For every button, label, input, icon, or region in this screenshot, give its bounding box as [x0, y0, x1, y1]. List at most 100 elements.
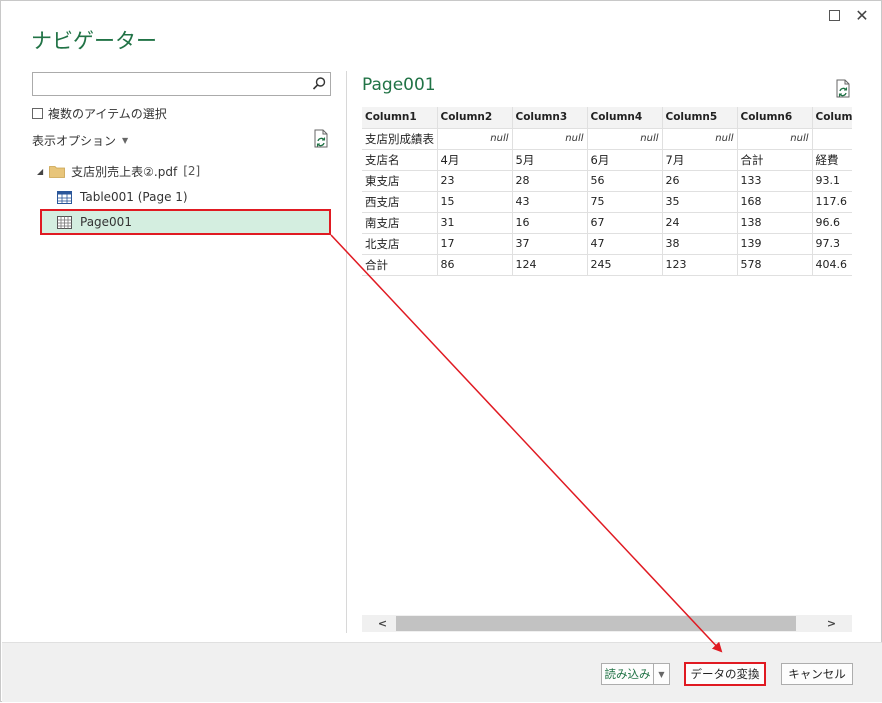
table-icon [57, 190, 72, 204]
table-cell: 38 [662, 233, 738, 255]
caret-down-icon: ▼ [122, 135, 129, 145]
preview-title: Page001 [362, 75, 436, 95]
scrollbar-thumb[interactable] [396, 616, 796, 631]
table-cell: 86 [437, 254, 513, 276]
table-cell: 26 [662, 170, 738, 192]
maximize-icon [828, 9, 840, 21]
navigator-window: ✕ ナビゲーター 複数のアイテムの選択 表示オプション ▼ ◢ 支店別売上表②.… [0, 0, 882, 702]
arrow-line [330, 234, 723, 653]
table-cell: 5月 [512, 149, 588, 171]
table-cell: 23 [437, 170, 513, 192]
table-cell: null [662, 128, 738, 150]
maximize-button[interactable] [823, 5, 845, 25]
window-title: ナビゲーター [31, 29, 157, 53]
preview-table: Column1 Column2 Column3 Column4 Column5 Colum… [362, 107, 852, 276]
preview-table-container: Column1 Column2 Column3 Column4 Column5 Colum… [362, 107, 852, 277]
table-cell: 7月 [662, 149, 738, 171]
search-input[interactable] [33, 73, 303, 95]
column-header[interactable]: Column6 [737, 107, 813, 129]
table-row: 西支店 15 43 75 35 168 117.6 [362, 191, 852, 213]
horizontal-scrollbar[interactable]: < > [362, 615, 852, 632]
display-options-label: 表示オプション [32, 133, 117, 148]
cancel-button[interactable]: キャンセル [781, 663, 853, 685]
table-row: 支店名 4月 5月 6月 7月 合計 経費 [362, 149, 852, 171]
load-button[interactable]: 読み込み [601, 663, 653, 685]
column-header[interactable]: Column5 [662, 107, 738, 129]
folder-name: 支店別売上表②.pdf [71, 164, 178, 179]
tree-item-page001[interactable]: Page001 [40, 209, 331, 235]
table-cell: 47 [587, 233, 663, 255]
close-icon: ✕ [855, 5, 869, 25]
table-cell: null [737, 128, 813, 150]
multi-select-option[interactable]: 複数のアイテムの選択 [32, 104, 167, 122]
table-cell: 東支店 [362, 170, 438, 192]
column-header[interactable]: Column4 [587, 107, 663, 129]
table-cell: 43 [512, 191, 588, 213]
chevron-down-icon: ▼ [658, 669, 665, 679]
table-row: 南支店 31 16 67 24 138 96.6 [362, 212, 852, 234]
folder-icon [49, 165, 66, 178]
table-cell: 139 [737, 233, 813, 255]
search-box [32, 72, 331, 96]
table-cell: 124 [512, 254, 588, 276]
collapse-arrow-icon[interactable]: ◢ [37, 167, 43, 176]
tree-item-label: Page001 [80, 215, 132, 229]
refresh-preview-icon[interactable] [834, 79, 852, 99]
table-cell: 56 [587, 170, 663, 192]
table-cell: 96.6 [812, 212, 852, 234]
column-header[interactable]: Column1 [362, 107, 438, 129]
table-cell: 4月 [437, 149, 513, 171]
table-cell: 15 [437, 191, 513, 213]
table-cell: 93.1 [812, 170, 852, 192]
tree-item-label: Table001 (Page 1) [80, 190, 188, 204]
table-cell: 75 [587, 191, 663, 213]
table-cell: 35 [662, 191, 738, 213]
table-cell: null [587, 128, 663, 150]
column-header[interactable]: Column2 [437, 107, 513, 129]
tree-item-table001[interactable]: Table001 (Page 1) [57, 186, 188, 208]
footer-bar: 読み込み ▼ データの変換 キャンセル [2, 642, 882, 702]
table-cell: 404.6 [812, 254, 852, 276]
display-options-dropdown[interactable]: 表示オプション ▼ [32, 131, 128, 149]
column-header[interactable]: Column7 [812, 107, 852, 129]
table-cell: 123 [662, 254, 738, 276]
transform-data-button[interactable]: データの変換 [684, 662, 766, 686]
table-row: 東支店 23 28 56 26 133 93.1 [362, 170, 852, 192]
multi-select-checkbox[interactable] [32, 107, 43, 119]
table-cell: 97.3 [812, 233, 852, 255]
close-button[interactable]: ✕ [851, 5, 873, 25]
table-cell: 17 [437, 233, 513, 255]
search-icon[interactable] [311, 76, 327, 92]
table-cell: 経費 [812, 149, 852, 171]
scroll-right-icon[interactable]: > [823, 615, 840, 632]
table-header-row: Column1 Column2 Column3 Column4 Column5 Colum… [362, 107, 852, 129]
table-cell: 支店名 [362, 149, 438, 171]
scroll-left-icon[interactable]: < [374, 615, 391, 632]
table-cell: 西支店 [362, 191, 438, 213]
load-dropdown-button[interactable]: ▼ [653, 663, 670, 685]
table-cell: 支店別成績表 [362, 128, 438, 150]
table-row: 北支店 17 37 47 38 139 97.3 [362, 233, 852, 255]
table-cell: 合計 [737, 149, 813, 171]
table-cell: null [512, 128, 588, 150]
table-cell [812, 128, 852, 150]
table-cell: 24 [662, 212, 738, 234]
folder-count: [2] [183, 164, 201, 178]
page-grid-icon [57, 215, 72, 229]
table-cell: 南支店 [362, 212, 438, 234]
table-cell: 133 [737, 170, 813, 192]
table-cell: 578 [737, 254, 813, 276]
panel-divider[interactable] [346, 71, 347, 633]
column-header[interactable]: Column3 [512, 107, 588, 129]
table-row: 合計 86 124 245 123 578 404.6 [362, 254, 852, 276]
table-cell: 6月 [587, 149, 663, 171]
table-cell: 合計 [362, 254, 438, 276]
table-cell: 16 [512, 212, 588, 234]
table-cell: 北支店 [362, 233, 438, 255]
table-cell: 117.6 [812, 191, 852, 213]
table-cell: 245 [587, 254, 663, 276]
multi-select-label: 複数のアイテムの選択 [48, 106, 167, 121]
tree-folder-node[interactable]: ◢ 支店別売上表②.pdf [2] [37, 161, 200, 181]
table-cell: 28 [512, 170, 588, 192]
refresh-icon[interactable] [312, 129, 330, 149]
